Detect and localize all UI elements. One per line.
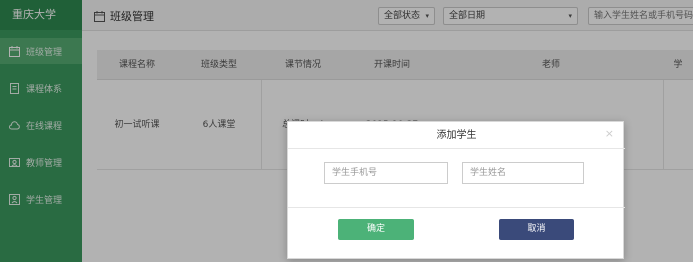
student-name-input[interactable]: 学生姓名 (462, 162, 584, 184)
add-student-dialog: 添加学生 × 学生手机号 学生姓名 确定 取消 (287, 121, 625, 259)
cancel-button[interactable]: 取消 (499, 219, 574, 240)
close-icon[interactable]: × (605, 127, 614, 140)
dialog-title: 添加学生 (288, 122, 625, 149)
student-phone-input[interactable]: 学生手机号 (324, 162, 448, 184)
confirm-button[interactable]: 确定 (338, 219, 414, 240)
dialog-divider (288, 207, 625, 208)
